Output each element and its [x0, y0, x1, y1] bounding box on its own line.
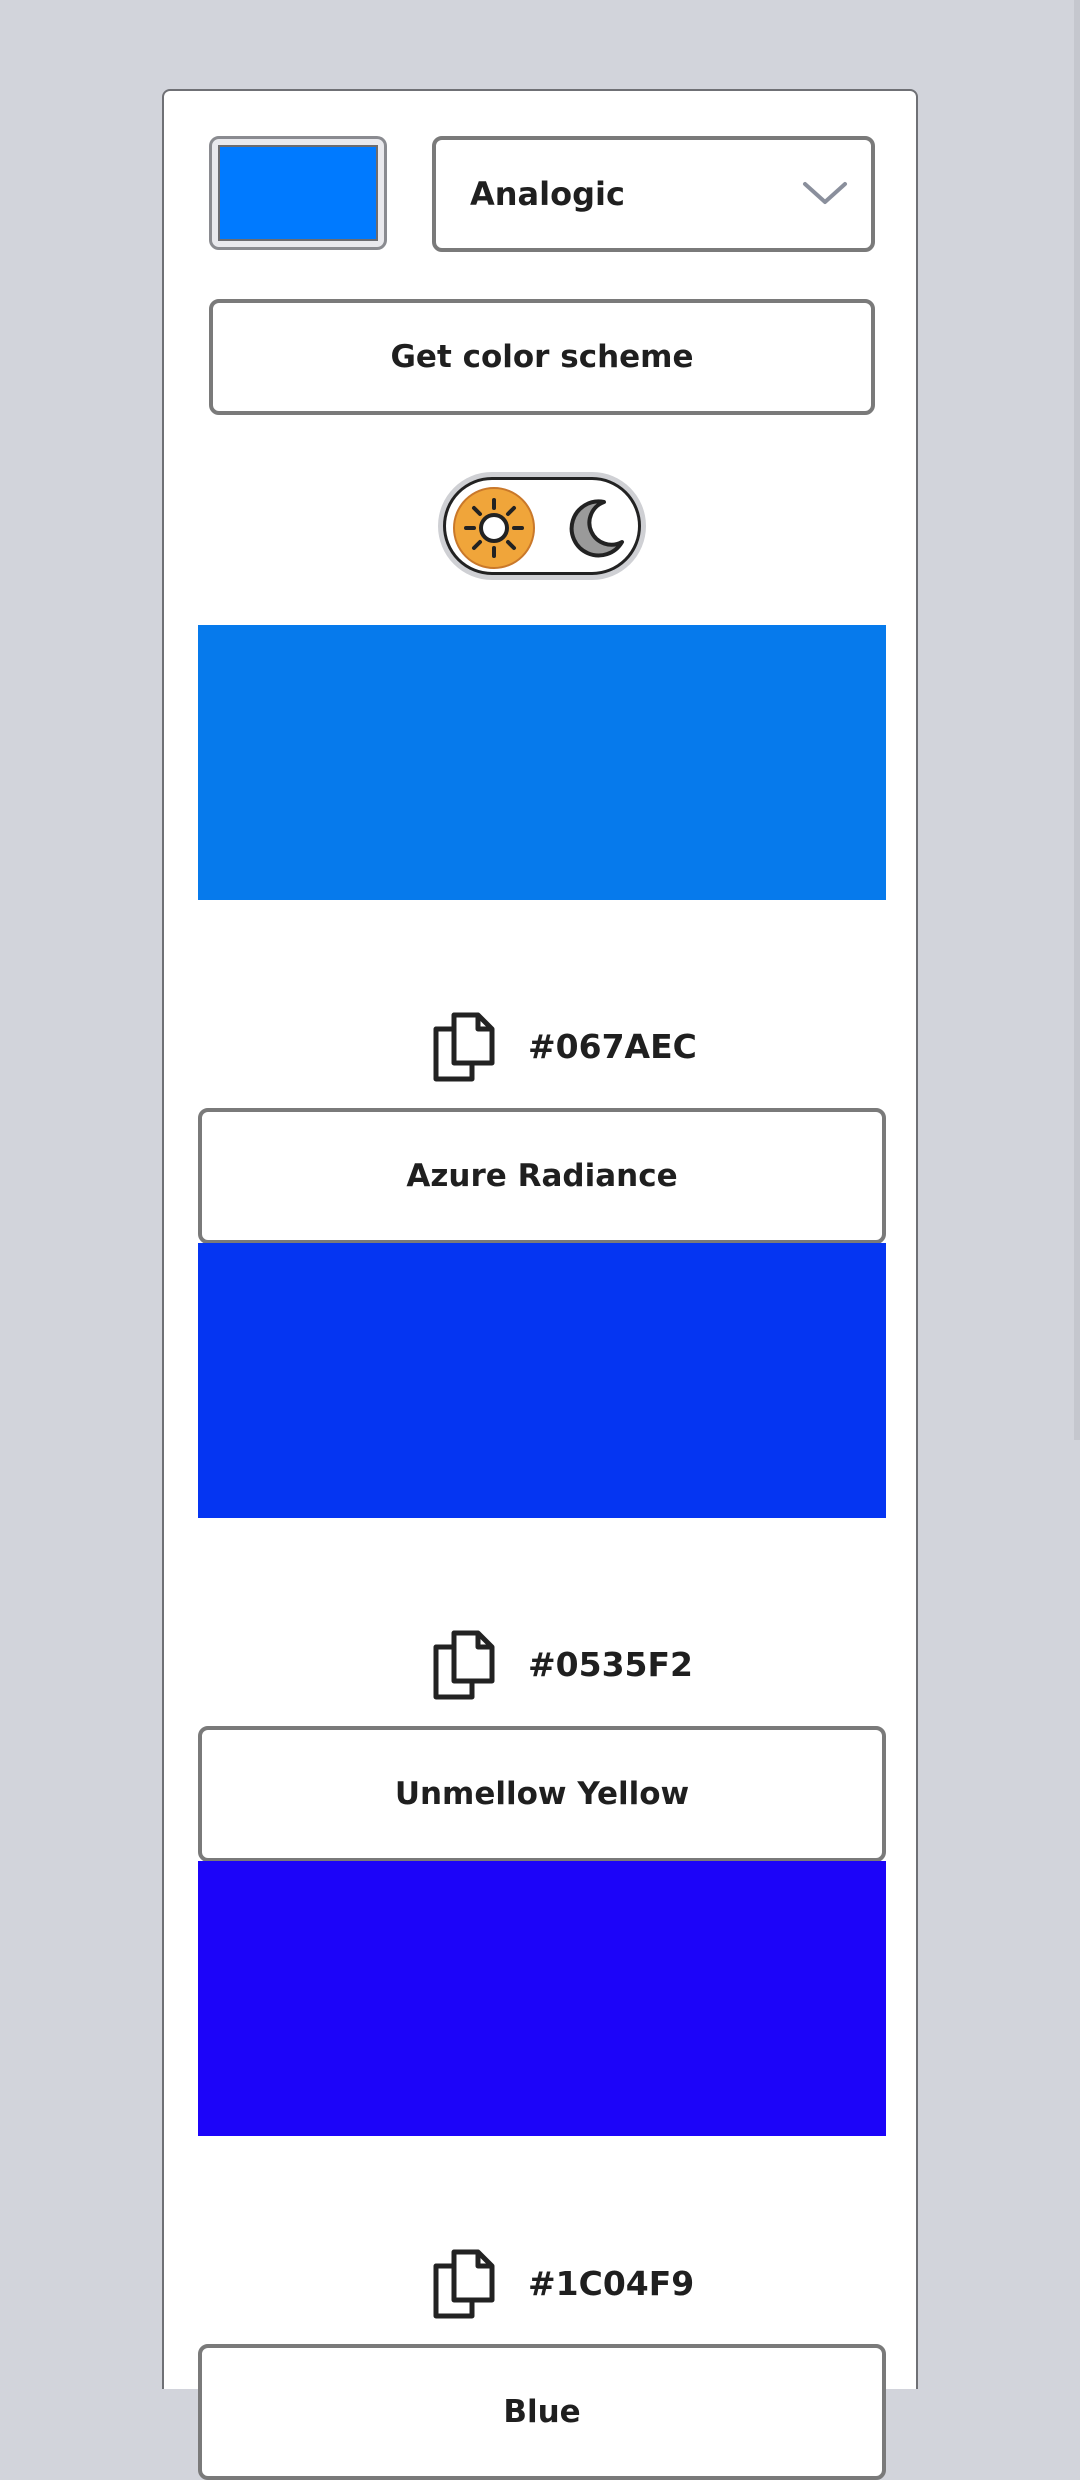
hex-code-1: #067AEC — [528, 1027, 697, 1066]
chevron-down-icon — [803, 182, 847, 204]
color-swatch-2 — [198, 1243, 886, 1518]
scheme-mode-select[interactable]: Analogic — [432, 136, 875, 252]
copy-icon[interactable] — [428, 1011, 500, 1083]
hex-row-3: #1C04F9 — [198, 2244, 886, 2324]
seed-color-picker[interactable] — [209, 136, 387, 250]
theme-toggle[interactable] — [438, 472, 646, 580]
moon-icon — [569, 499, 624, 558]
sun-icon — [453, 487, 535, 569]
color-swatch-1 — [198, 625, 886, 900]
color-name-button-2[interactable]: Unmellow Yellow — [198, 1726, 886, 1862]
get-color-scheme-button[interactable]: Get color scheme — [209, 299, 875, 415]
seed-color-fill — [218, 145, 378, 241]
hex-code-2: #0535F2 — [528, 1645, 693, 1684]
hex-code-3: #1C04F9 — [528, 2264, 695, 2303]
page-scrollbar[interactable] — [1074, 0, 1080, 1440]
copy-icon[interactable] — [428, 2248, 500, 2320]
color-scheme-card: Analogic Get color scheme #067AEC Azure … — [162, 89, 918, 2480]
theme-toggle-track — [443, 477, 641, 575]
color-name-button-1[interactable]: Azure Radiance — [198, 1108, 886, 1244]
color-swatch-3 — [198, 1861, 886, 2136]
scheme-mode-value: Analogic — [470, 175, 625, 213]
hex-row-1: #067AEC — [198, 1007, 886, 1087]
color-name-button-3[interactable]: Blue — [198, 2344, 886, 2480]
copy-icon[interactable] — [428, 1629, 500, 1701]
hex-row-2: #0535F2 — [198, 1625, 886, 1705]
